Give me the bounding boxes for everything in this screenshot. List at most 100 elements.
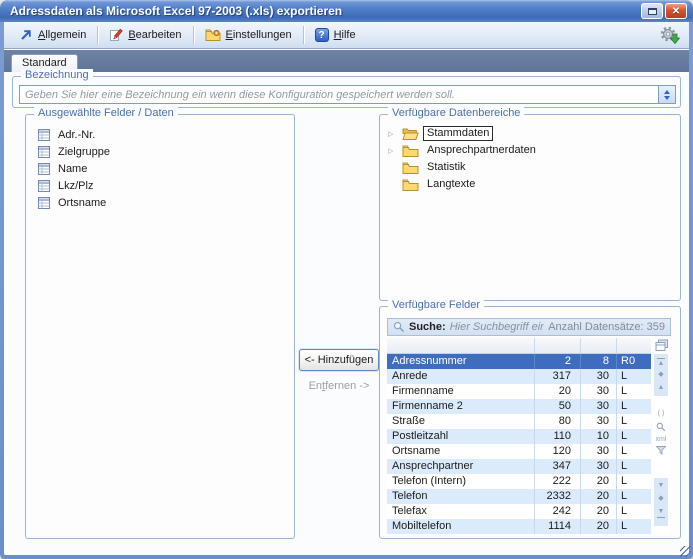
- tree-item-label: Stammdaten: [424, 127, 492, 140]
- column-header[interactable]: [617, 338, 651, 353]
- selected-field-item[interactable]: Lkz/Plz: [38, 178, 288, 194]
- group-available-fields: Verfügbare Felder Suche: Hier Suchbegrif…: [379, 306, 681, 539]
- table-row[interactable]: Adressnummer 2 8 R0: [387, 354, 651, 369]
- first-record-icon[interactable]: ▲: [653, 358, 669, 368]
- table-row[interactable]: Postleitzahl 110 10 L: [387, 429, 651, 444]
- group-title-selected-fields: Ausgewählte Felder / Daten: [34, 107, 178, 119]
- selected-field-item[interactable]: Name: [38, 161, 288, 177]
- last-record-icon[interactable]: ▼: [653, 508, 669, 518]
- bezeichnung-dropdown-button[interactable]: [658, 86, 675, 103]
- brackets-icon[interactable]: ( ): [653, 410, 669, 418]
- selected-field-item[interactable]: Ortsname: [38, 195, 288, 211]
- cell-position: 50: [535, 399, 581, 414]
- column-header[interactable]: [535, 338, 581, 353]
- search-input[interactable]: Suche: Hier Suchbegriff eingebe Anzahl D…: [387, 318, 671, 336]
- cell-va: L: [617, 474, 651, 489]
- column-header[interactable]: [387, 338, 535, 353]
- cell-bezeichnung: Ansprechpartner: [387, 459, 535, 474]
- expand-arrow-icon[interactable]: ▷: [388, 130, 402, 138]
- folder-icon: [402, 178, 419, 191]
- toolbar-label-allgemein: Allgemein: [38, 29, 86, 41]
- cell-va: R0: [617, 354, 651, 369]
- search-small-icon[interactable]: [653, 422, 669, 435]
- search-placeholder: Hier Suchbegriff eingebe: [450, 321, 545, 333]
- cell-laenge: 30: [581, 459, 617, 474]
- cell-bezeichnung: Firmenname: [387, 384, 535, 399]
- cell-bezeichnung: Telefax: [387, 504, 535, 519]
- search-icon: [393, 321, 405, 333]
- toolbar-label-hilfe: Hilfe: [334, 29, 356, 41]
- table-row[interactable]: Mobiltelefon 1114 20 L: [387, 519, 651, 534]
- toolbar-label-bearbeiten: Bearbeiten: [128, 29, 181, 41]
- page-up-icon[interactable]: ◆: [653, 371, 669, 379]
- cell-bezeichnung: Mobiltelefon: [387, 519, 535, 534]
- tree-item[interactable]: ▷ Ansprechpa: [388, 142, 674, 159]
- table-row[interactable]: Ansprechpartner 347 30 L: [387, 459, 651, 474]
- cell-va: L: [617, 504, 651, 519]
- edit-pencil-icon: [109, 28, 123, 42]
- cell-bezeichnung: Straße: [387, 414, 535, 429]
- selected-field-item[interactable]: Zielgruppe: [38, 144, 288, 160]
- resize-grip[interactable]: [680, 546, 691, 557]
- close-button[interactable]: ✕: [665, 3, 687, 19]
- table-row[interactable]: Firmenname 2 50 30 L: [387, 399, 651, 414]
- table-row[interactable]: Telefon (Intern) 222 20 L: [387, 474, 651, 489]
- toolbar-item-bearbeiten[interactable]: Bearbeiten: [102, 25, 188, 45]
- settings-folder-icon: [205, 28, 221, 42]
- cell-bezeichnung: Postleitzahl: [387, 429, 535, 444]
- toolbar-item-allgemein[interactable]: Allgemein: [12, 25, 93, 45]
- tree-item[interactable]: ▷ Langtexte: [388, 176, 674, 193]
- cell-position: 2332: [535, 489, 581, 504]
- next-record-icon[interactable]: ▼: [653, 482, 669, 490]
- table-row[interactable]: Telefon 2332 20 L: [387, 489, 651, 504]
- toolbar-item-hilfe[interactable]: ? Hilfe: [308, 25, 363, 45]
- tree-item-label: Ansprechpartnerdaten: [424, 144, 539, 157]
- toolbar-item-einstellungen[interactable]: Einstellungen: [198, 25, 299, 45]
- tree-item[interactable]: ▷ Statistik: [388, 159, 674, 176]
- cell-laenge: 20: [581, 474, 617, 489]
- selected-field-item[interactable]: Adr.-Nr.: [38, 127, 288, 143]
- cell-va: L: [617, 519, 651, 534]
- remove-button[interactable]: Entfernen ->: [299, 380, 379, 392]
- add-button[interactable]: <- Hinzufügen: [299, 349, 379, 371]
- column-header[interactable]: [581, 338, 617, 353]
- cell-va: L: [617, 459, 651, 474]
- cell-position: 317: [535, 369, 581, 384]
- data-areas-tree: ▷ Stammdaten: [388, 125, 674, 193]
- expand-arrow-icon[interactable]: ▷: [388, 147, 402, 155]
- filter-icon[interactable]: [653, 446, 669, 458]
- bezeichnung-input[interactable]: [20, 86, 658, 103]
- grid-nav-strip: ▲ ◆ ▲ ( ) xml ▼ ◆ ▼: [653, 354, 670, 534]
- chevron-up-icon: [664, 90, 670, 94]
- xml-icon[interactable]: xml: [653, 436, 669, 444]
- table-row[interactable]: Ortsname 120 30 L: [387, 444, 651, 459]
- maximize-button[interactable]: [641, 3, 663, 19]
- selected-field-label: Adr.-Nr.: [58, 129, 95, 141]
- table-row[interactable]: Telefax 242 20 L: [387, 504, 651, 519]
- cell-bezeichnung: Telefon: [387, 489, 535, 504]
- cell-bezeichnung: Telefon (Intern): [387, 474, 535, 489]
- cell-laenge: 8: [581, 354, 617, 369]
- cell-position: 110: [535, 429, 581, 444]
- cell-bezeichnung: Anrede: [387, 369, 535, 384]
- selected-field-label: Zielgruppe: [58, 146, 110, 158]
- page-down-icon[interactable]: ◆: [653, 495, 669, 503]
- table-row[interactable]: Firmenname 20 30 L: [387, 384, 651, 399]
- folder-icon: [402, 127, 419, 140]
- column-chooser-icon[interactable]: [655, 339, 669, 352]
- cell-bezeichnung: Ortsname: [387, 444, 535, 459]
- cell-position: 1114: [535, 519, 581, 534]
- table-row[interactable]: Straße 80 30 L: [387, 414, 651, 429]
- cell-bezeichnung: Firmenname 2: [387, 399, 535, 414]
- prev-record-icon[interactable]: ▲: [653, 384, 669, 392]
- gear-export-icon[interactable]: [660, 26, 681, 44]
- tree-item[interactable]: ▷ Stammdaten: [388, 125, 674, 142]
- titlebar[interactable]: Adressdaten als Microsoft Excel 97-2003 …: [0, 0, 693, 22]
- window-title: Adressdaten als Microsoft Excel 97-2003 …: [10, 4, 641, 18]
- selected-field-label: Name: [58, 163, 87, 175]
- group-selected-fields: Ausgewählte Felder / Daten Adr.-Nr.: [25, 114, 295, 539]
- group-title-data-areas: Verfügbare Datenbereiche: [388, 107, 524, 119]
- cell-laenge: 30: [581, 444, 617, 459]
- cell-va: L: [617, 399, 651, 414]
- table-row[interactable]: Anrede 317 30 L: [387, 369, 651, 384]
